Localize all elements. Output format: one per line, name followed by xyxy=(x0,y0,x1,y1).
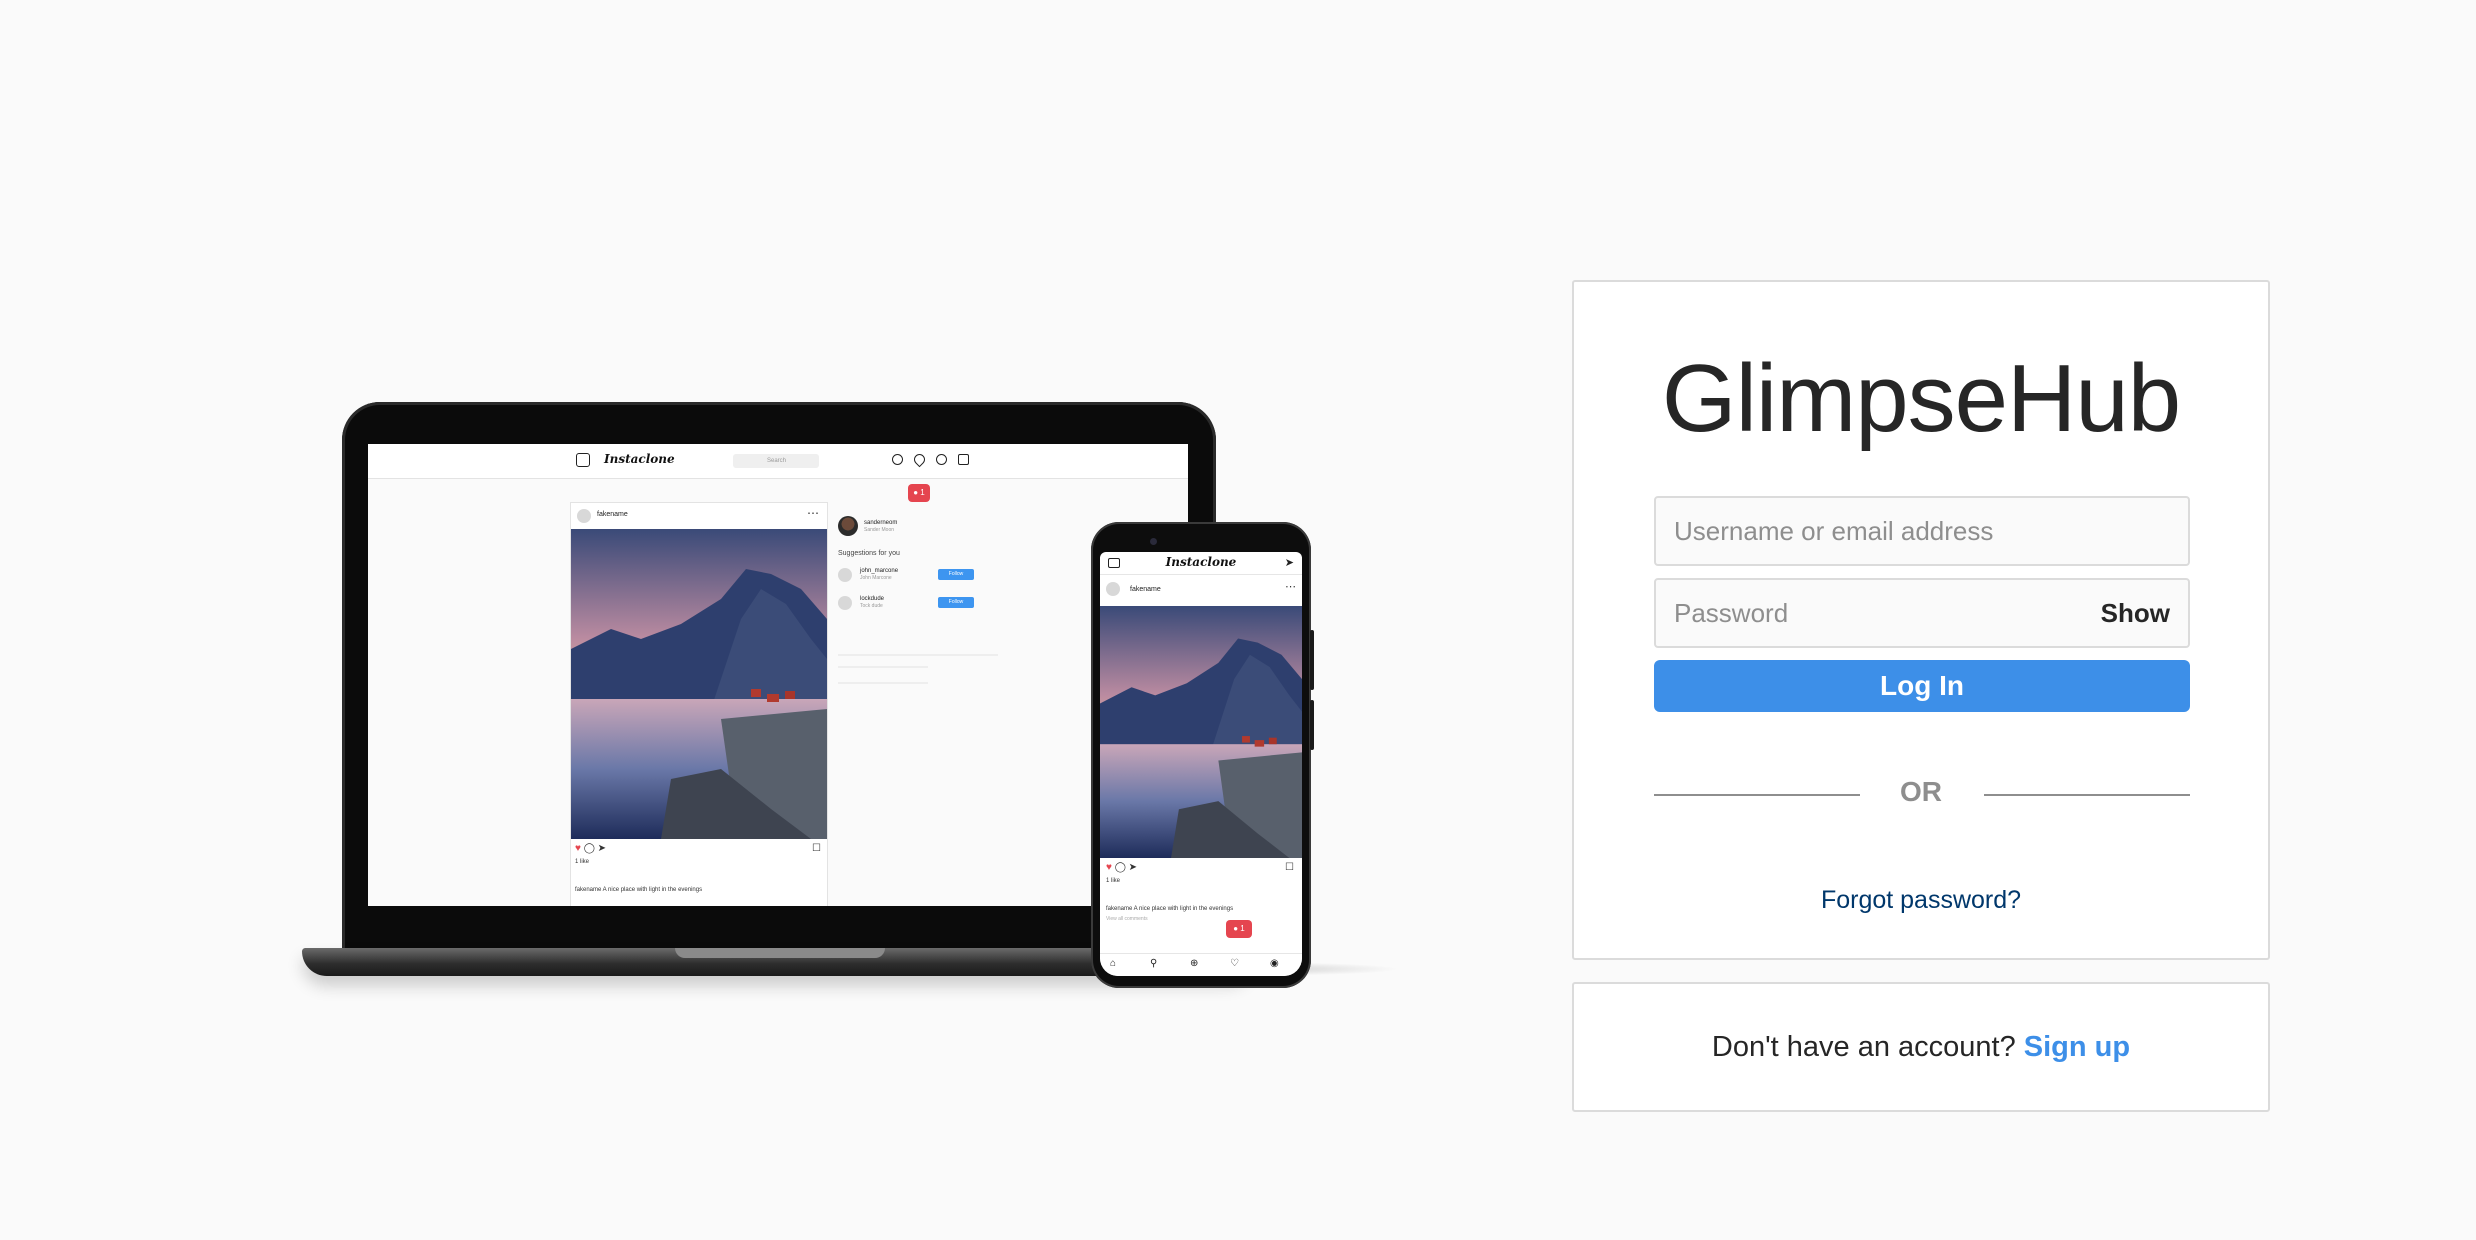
post-photo xyxy=(571,529,827,839)
send-icon: ➤ xyxy=(1284,557,1294,569)
landscape-photo xyxy=(1100,606,1302,858)
brand-logo: GlimpseHub xyxy=(1661,345,2181,452)
home-icon: ⌂ xyxy=(1110,958,1117,969)
footer-copyright xyxy=(838,682,928,684)
footer-links xyxy=(838,666,928,668)
login-card: GlimpseHub Show Log In OR Forgot passwor… xyxy=(1572,280,2270,960)
camera-icon xyxy=(576,453,590,467)
like-count: 1 like xyxy=(575,859,590,865)
laptop-screen: Instaclone Search ● 1 fakename ⋯ ♥ ◯ ➤ ☐… xyxy=(368,444,1188,906)
suggestion-name: john_marcone xyxy=(860,568,899,574)
post-photo xyxy=(1100,606,1302,858)
more-icon: ⋯ xyxy=(807,506,819,520)
signup-link[interactable]: Sign up xyxy=(2024,1031,2130,1063)
search-icon: ⚲ xyxy=(1150,958,1158,969)
profile-sub: Sander Moon xyxy=(864,527,895,533)
phone-screen: Instaclone ➤ fakename ⋯ ♥ ◯ ➤ ☐ 1 like f… xyxy=(1100,552,1302,976)
compass-icon xyxy=(892,454,903,465)
like-count: 1 like xyxy=(1106,878,1121,884)
profile-name: sanderneom xyxy=(864,520,898,526)
footer-links xyxy=(838,654,998,656)
laptop-post-card: fakename ⋯ ♥ ◯ ➤ ☐ 1 like fakename A nic… xyxy=(570,502,828,906)
profile-icon xyxy=(936,454,947,465)
phone-app-logo: Instaclone xyxy=(1165,555,1237,569)
camera-icon xyxy=(958,454,969,465)
signup-prompt: Don't have an account? xyxy=(1711,1031,2016,1063)
notification-badge: ● 1 xyxy=(1226,920,1252,938)
post-actions: ♥ ◯ ➤ xyxy=(1106,862,1138,873)
signup-card: Don't have an account? Sign up xyxy=(1572,982,2270,1112)
landscape-photo xyxy=(571,529,827,839)
profile-icon: ◉ xyxy=(1270,958,1279,969)
laptop-search-bar: Search xyxy=(733,454,819,468)
phone-bottom-nav: ⌂ ⚲ ⊕ ♡ ◉ xyxy=(1100,953,1302,976)
login-button[interactable]: Log In xyxy=(1654,660,2190,712)
username-input[interactable] xyxy=(1656,498,2188,564)
username-field[interactable] xyxy=(1654,496,2190,566)
suggestion-item: john_marcone John Marcone Follow xyxy=(838,566,988,584)
or-divider: OR xyxy=(1900,776,1942,807)
avatar xyxy=(838,516,858,536)
suggestion-item: lockdude Tock dude Follow xyxy=(838,594,988,612)
laptop-app-topbar: Instaclone Search xyxy=(368,444,1188,479)
add-icon: ⊕ xyxy=(1190,958,1199,969)
forgot-password-link[interactable]: Forgot password? xyxy=(1574,886,2268,915)
avatar xyxy=(838,568,852,582)
post-username: fakename xyxy=(1130,586,1161,593)
heart-icon xyxy=(911,451,928,468)
show-password-button[interactable]: Show xyxy=(2101,598,2170,629)
divider-line-right xyxy=(1984,794,2190,796)
avatar xyxy=(838,596,852,610)
bookmark-icon: ☐ xyxy=(1285,862,1294,873)
password-field[interactable]: Show xyxy=(1654,578,2190,648)
post-caption: fakename A nice place with light in the … xyxy=(575,887,703,893)
follow-button: Follow xyxy=(938,569,974,580)
phone-camera xyxy=(1150,538,1157,545)
laptop-app-logo: Instaclone xyxy=(604,452,675,466)
follow-button: Follow xyxy=(938,597,974,608)
heart-icon: ♡ xyxy=(1230,958,1239,969)
view-comments: View all comments xyxy=(1106,916,1148,922)
suggestion-sub: Tock dude xyxy=(860,603,883,609)
laptop-notch xyxy=(675,948,885,958)
avatar xyxy=(577,509,591,523)
post-username: fakename xyxy=(597,511,628,518)
phone-button xyxy=(1310,630,1314,690)
post-actions: ♥ ◯ ➤ xyxy=(575,843,607,854)
device-mockup-illustration: Instaclone Search ● 1 fakename ⋯ ♥ ◯ ➤ ☐… xyxy=(0,0,1450,1240)
more-icon: ⋯ xyxy=(1285,581,1296,593)
bookmark-icon: ☐ xyxy=(812,843,821,854)
post-caption: fakename A nice place with light in the … xyxy=(1106,906,1234,912)
phone-button xyxy=(1310,700,1314,750)
suggestions-title: Suggestions for you xyxy=(838,550,900,557)
notification-badge: ● 1 xyxy=(908,484,930,502)
avatar xyxy=(1106,582,1120,596)
phone-app-topbar: Instaclone ➤ xyxy=(1100,552,1302,575)
suggestion-name: lockdude xyxy=(860,596,885,602)
suggestion-sub: John Marcone xyxy=(860,575,892,581)
